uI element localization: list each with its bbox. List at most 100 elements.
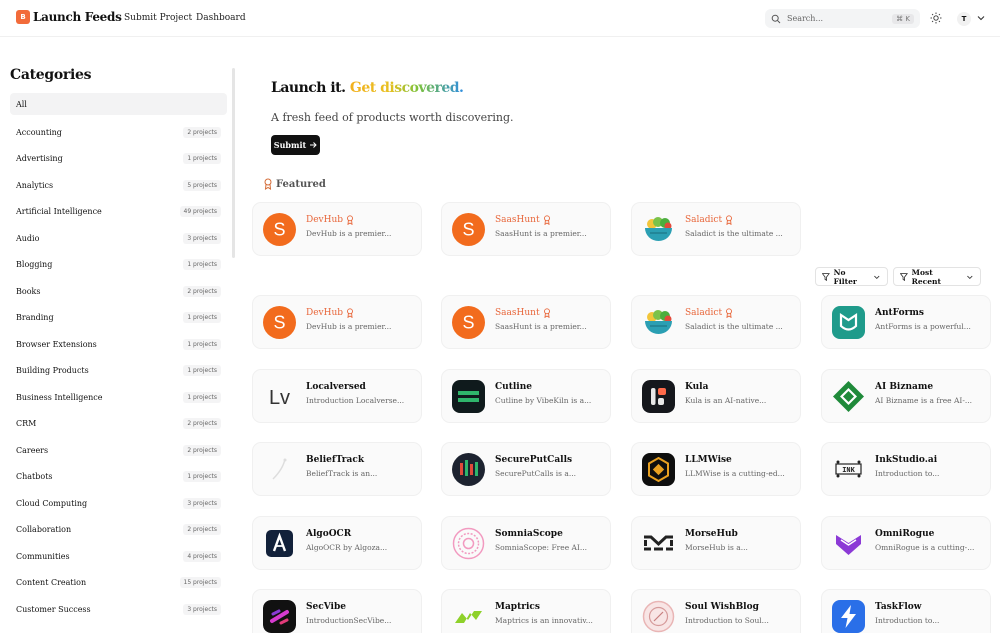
project-card-antforms[interactable]: AntForms AntForms is a powerful... [821,295,991,349]
search-icon [771,14,781,23]
logo[interactable]: B Launch Feeds [16,10,122,24]
sidebar-item-accounting[interactable]: Accounting 2 projects [10,119,227,146]
project-card-maptrics[interactable]: Maptrics Maptrics is an innovativ... [441,589,611,633]
project-name-text: AI Bizname [875,382,934,392]
chevron-down-icon[interactable] [976,13,986,23]
project-card-algoocr[interactable]: AlgoOCR AlgoOCR by Algoza... [252,516,422,570]
category-count-badge: 5 projects [183,179,221,191]
inkstudio-icon: INK [832,453,865,486]
sidebar-item-cloud-computing[interactable]: Cloud Computing 3 projects [10,490,227,517]
search-box[interactable]: Search... ⌘ K [765,9,920,28]
search-input[interactable]: Search... [787,14,892,23]
project-card-saashunt[interactable]: S SaasHunt SaasHunt is a premier... [441,295,611,349]
project-name: AntForms [875,308,924,318]
project-description: IntroductionSecVibe... [306,616,392,625]
project-card-omnirogue[interactable]: OmniRogue OmniRogue is a cutting-... [821,516,991,570]
project-description: MorseHub is a... [685,543,748,552]
project-name-text: SomniaScope [495,529,563,539]
project-card-saladict[interactable]: Saladict Saladict is the ultimate ... [631,295,801,349]
project-name-text: AlgoOCR [306,529,352,539]
category-name: Advertising [16,154,63,164]
project-card-localversed[interactable]: Lv Localversed Introduction Localverse... [252,369,422,423]
sidebar-item-analytics[interactable]: Analytics 5 projects [10,172,227,199]
project-name: AI Bizname [875,382,933,392]
svg-text:Lv: Lv [269,387,290,409]
category-count-badge: 1 projects [183,312,221,324]
maptrics-icon [452,600,485,633]
project-name-text: OmniRogue [875,529,935,539]
sidebar-item-customer-success[interactable]: Customer Success 3 projects [10,596,227,623]
project-card-soul-wishblog[interactable]: Soul WishBlog Introduction to Soul... [631,589,801,633]
sidebar-item-building-products[interactable]: Building Products 1 projects [10,358,227,385]
sun-icon[interactable] [930,12,942,24]
project-description: DevHub is a premier... [306,322,392,331]
svg-text:S: S [273,220,285,240]
category-name: Careers [16,445,49,455]
project-card-saladict[interactable]: Saladict Saladict is the ultimate ... [631,202,801,256]
category-name: Audio [16,233,40,243]
sidebar-scrollbar[interactable] [232,68,235,258]
project-name: TaskFlow [875,602,922,612]
project-card-llmwise[interactable]: LLMWise LLMWise is a cutting-ed... [631,442,801,496]
funnel-icon [822,272,830,281]
project-name-text: Kula [685,382,709,392]
nav-dashboard[interactable]: Dashboard [196,13,246,23]
sort-dropdown[interactable]: Most Recent [893,267,981,286]
sidebar-item-artificial-intelligence[interactable]: Artificial Intelligence 49 projects [10,199,227,226]
award-icon [347,308,353,318]
project-card-somniascope[interactable]: SomniaScope SomniaScope: Free AI... [441,516,611,570]
project-card-devhub[interactable]: S DevHub DevHub is a premier... [252,202,422,256]
llmwise-icon [642,453,675,486]
project-name: LLMWise [685,455,732,465]
project-description: Introduction Localverse... [306,396,405,405]
filter-dropdown[interactable]: No Filter [815,267,888,286]
sidebar-item-content-creation[interactable]: Content Creation 15 projects [10,570,227,597]
project-name-text: SecVibe [306,602,346,612]
funnel-icon [900,272,908,281]
project-name-text: Cutline [495,382,532,392]
top-header: B Launch Feeds Submit Project Dashboard … [0,0,1000,37]
project-card-cutline[interactable]: Cutline Cutline by VibeKiln is a... [441,369,611,423]
project-card-taskflow[interactable]: TaskFlow Introduction to... [821,589,991,633]
project-card-belieftrack[interactable]: BeliefTrack BeliefTrack is an... [252,442,422,496]
project-name: AlgoOCR [306,529,351,539]
sidebar-item-blogging[interactable]: Blogging 1 projects [10,252,227,279]
project-name: DevHub [306,215,354,225]
sidebar-item-browser-extensions[interactable]: Browser Extensions 1 projects [10,331,227,358]
project-name: SomniaScope [495,529,563,539]
avatar[interactable]: T [957,12,971,26]
project-name-text: SaasHunt [495,215,540,225]
project-card-morsehub[interactable]: MorseHub MorseHub is a... [631,516,801,570]
project-card-inkstudio-ai[interactable]: INK InkStudio.ai Introduction to... [821,442,991,496]
soul-wishblog-icon [642,600,675,633]
project-name-text: InkStudio.ai [875,455,938,465]
category-count-badge: 1 projects [183,259,221,271]
nav-submit-project[interactable]: Submit Project [124,13,192,23]
sidebar-item-collaboration[interactable]: Collaboration 2 projects [10,517,227,544]
kula-icon [642,380,675,413]
project-name-text: AntForms [875,308,924,318]
sidebar-item-advertising[interactable]: Advertising 1 projects [10,146,227,173]
sidebar-item-all[interactable]: All [10,93,227,115]
sidebar-item-branding[interactable]: Branding 1 projects [10,305,227,332]
sidebar-item-chatbots[interactable]: Chatbots 1 projects [10,464,227,491]
sidebar-item-books[interactable]: Books 2 projects [10,278,227,305]
project-card-secureputcalls[interactable]: SecurePutCalls SecurePutCalls is a... [441,442,611,496]
project-card-devhub[interactable]: S DevHub DevHub is a premier... [252,295,422,349]
project-card-ai-bizname[interactable]: AI Bizname AI Bizname is a free AI-... [821,369,991,423]
project-card-secvibe[interactable]: SecVibe IntroductionSecVibe... [252,589,422,633]
award-icon [543,308,550,318]
project-card-kula[interactable]: Kula Kula is an AI-native... [631,369,801,423]
submit-button[interactable]: Submit [271,135,320,155]
sidebar-item-crm[interactable]: CRM 2 projects [10,411,227,438]
project-description: AI Bizname is a free AI-... [875,396,973,405]
sidebar-item-audio[interactable]: Audio 3 projects [10,225,227,252]
category-count-badge: 1 projects [183,153,221,165]
project-name-text: Soul WishBlog [685,602,759,612]
sidebar-item-communities[interactable]: Communities 4 projects [10,543,227,570]
sort-label: Most Recent [911,267,941,286]
project-card-saashunt[interactable]: S SaasHunt SaasHunt is a premier... [441,202,611,256]
sidebar-item-careers[interactable]: Careers 2 projects [10,437,227,464]
category-count-badge: 1 projects [183,391,221,403]
sidebar-item-business-intelligence[interactable]: Business Intelligence 1 projects [10,384,227,411]
